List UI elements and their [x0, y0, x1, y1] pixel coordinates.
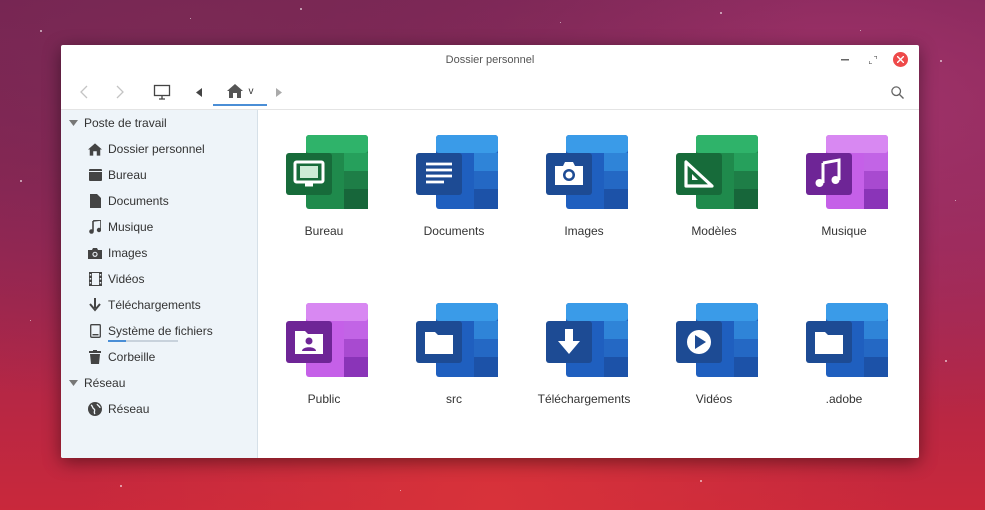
document-icon: [88, 194, 102, 208]
titlebar[interactable]: Dossier personnel: [61, 45, 919, 75]
sidebar-section-reseau[interactable]: Réseau: [61, 370, 257, 396]
sidebar-item-videos[interactable]: Vidéos: [61, 266, 257, 292]
breadcrumb-home[interactable]: v: [213, 78, 267, 106]
camera-icon: [88, 246, 102, 260]
download-icon: [88, 298, 102, 312]
window-title: Dossier personnel: [445, 54, 535, 66]
toolbar: v: [61, 75, 919, 110]
folder-label: Bureau: [304, 224, 344, 238]
sidebar-section-label: Réseau: [84, 376, 126, 390]
chevron-left-icon: [80, 85, 88, 99]
search-icon: [890, 85, 904, 99]
breadcrumb-scroll-right[interactable]: [273, 79, 285, 105]
folder-label: Modèles: [691, 224, 737, 238]
home-icon: [88, 142, 102, 156]
sidebar-item-label: Musique: [108, 220, 154, 234]
folder-music-note-icon: [806, 135, 888, 209]
sidebar-item-dossier-personnel[interactable]: Dossier personnel: [61, 136, 257, 162]
triangle-right-icon: [276, 87, 282, 97]
folder-adobe[interactable]: .adobe: [779, 278, 909, 418]
sidebar-item-documents[interactable]: Documents: [61, 188, 257, 214]
film-icon: [88, 272, 102, 286]
folder-folder-icon: [416, 303, 498, 377]
sidebar-item-musique[interactable]: Musique: [61, 214, 257, 240]
folder-telechargements[interactable]: Téléchargements: [519, 278, 649, 418]
minimize-icon: [841, 59, 849, 61]
sidebar-item-label: Téléchargements: [108, 298, 201, 312]
triangle-left-icon: [196, 87, 202, 97]
sidebar-item-label: Réseau: [108, 402, 150, 416]
chevron-right-icon: [116, 85, 124, 99]
sidebar-section-poste-de-travail[interactable]: Poste de travail: [61, 110, 257, 136]
folder-videos[interactable]: Vidéos: [649, 278, 779, 418]
folder-label: Téléchargements: [537, 392, 631, 406]
folder-label: Documents: [423, 224, 485, 238]
trash-icon: [88, 350, 102, 364]
folder-documents[interactable]: Documents: [389, 110, 519, 250]
folder-camera-icon: [546, 135, 628, 209]
sidebar-item-corbeille[interactable]: Corbeille: [61, 344, 257, 370]
breadcrumb-scroll-left[interactable]: [193, 79, 205, 105]
folder-view: Bureau Documents Images Modèles Musique …: [259, 110, 919, 458]
breadcrumb-label: v: [248, 85, 254, 97]
sidebar-item-bureau[interactable]: Bureau: [61, 162, 257, 188]
folder-label: Images: [564, 224, 604, 238]
sidebar-item-images[interactable]: Images: [61, 240, 257, 266]
sidebar-item-reseau[interactable]: Réseau: [61, 396, 257, 422]
sidebar-item-label: Documents: [108, 194, 169, 208]
folder-modeles[interactable]: Modèles: [649, 110, 779, 250]
folder-bureau[interactable]: Bureau: [259, 110, 389, 250]
sidebar-item-label: Dossier personnel: [108, 142, 205, 156]
maximize-button[interactable]: [865, 52, 881, 68]
close-icon: [897, 56, 904, 63]
sidebar-item-label: Bureau: [108, 168, 147, 182]
globe-icon: [88, 402, 102, 416]
folder-label: Musique: [821, 224, 867, 238]
home-icon: [226, 84, 243, 98]
folder-download-arrow-icon: [546, 303, 628, 377]
folder-monitor-icon: [286, 135, 368, 209]
disk-usage-fill: [108, 340, 126, 342]
desktop-folder-icon: [88, 168, 102, 182]
sidebar-item-telechargements[interactable]: Téléchargements: [61, 292, 257, 318]
sidebar: Poste de travail Dossier personnel Burea…: [61, 110, 258, 458]
folder-label: src: [446, 392, 462, 406]
folder-public[interactable]: Public: [259, 278, 389, 418]
search-button[interactable]: [887, 79, 907, 105]
disk-usage-bar: [108, 340, 178, 342]
minimize-button[interactable]: [837, 52, 853, 68]
sidebar-section-label: Poste de travail: [84, 116, 167, 130]
file-manager-window: Dossier personnel v Poste de travail Dos…: [61, 45, 919, 458]
computer-button[interactable]: [151, 79, 173, 105]
folder-set-square-icon: [676, 135, 758, 209]
computer-icon: [153, 84, 171, 100]
folder-musique[interactable]: Musique: [779, 110, 909, 250]
folder-images[interactable]: Images: [519, 110, 649, 250]
folder-contact-card-icon: [286, 303, 368, 377]
folder-text-lines-icon: [416, 135, 498, 209]
folder-play-icon: [676, 303, 758, 377]
music-icon: [88, 220, 102, 234]
sidebar-item-systeme-de-fichiers[interactable]: Système de fichiers: [61, 318, 257, 344]
folder-label: .adobe: [825, 392, 863, 406]
sidebar-item-label: Système de fichiers: [108, 324, 213, 338]
expand-triangle-icon: [69, 118, 79, 128]
sidebar-item-label: Vidéos: [108, 272, 145, 286]
sidebar-item-label: Corbeille: [108, 350, 156, 364]
drive-icon: [88, 324, 102, 338]
expand-triangle-icon: [69, 378, 79, 388]
maximize-icon: [869, 56, 877, 64]
folder-label: Public: [307, 392, 341, 406]
back-button[interactable]: [75, 79, 93, 105]
close-button[interactable]: [893, 52, 908, 67]
folder-src[interactable]: src: [389, 278, 519, 418]
folder-label: Vidéos: [695, 392, 733, 406]
forward-button[interactable]: [111, 79, 129, 105]
sidebar-item-label: Images: [108, 246, 148, 260]
folder-folder-icon: [806, 303, 888, 377]
